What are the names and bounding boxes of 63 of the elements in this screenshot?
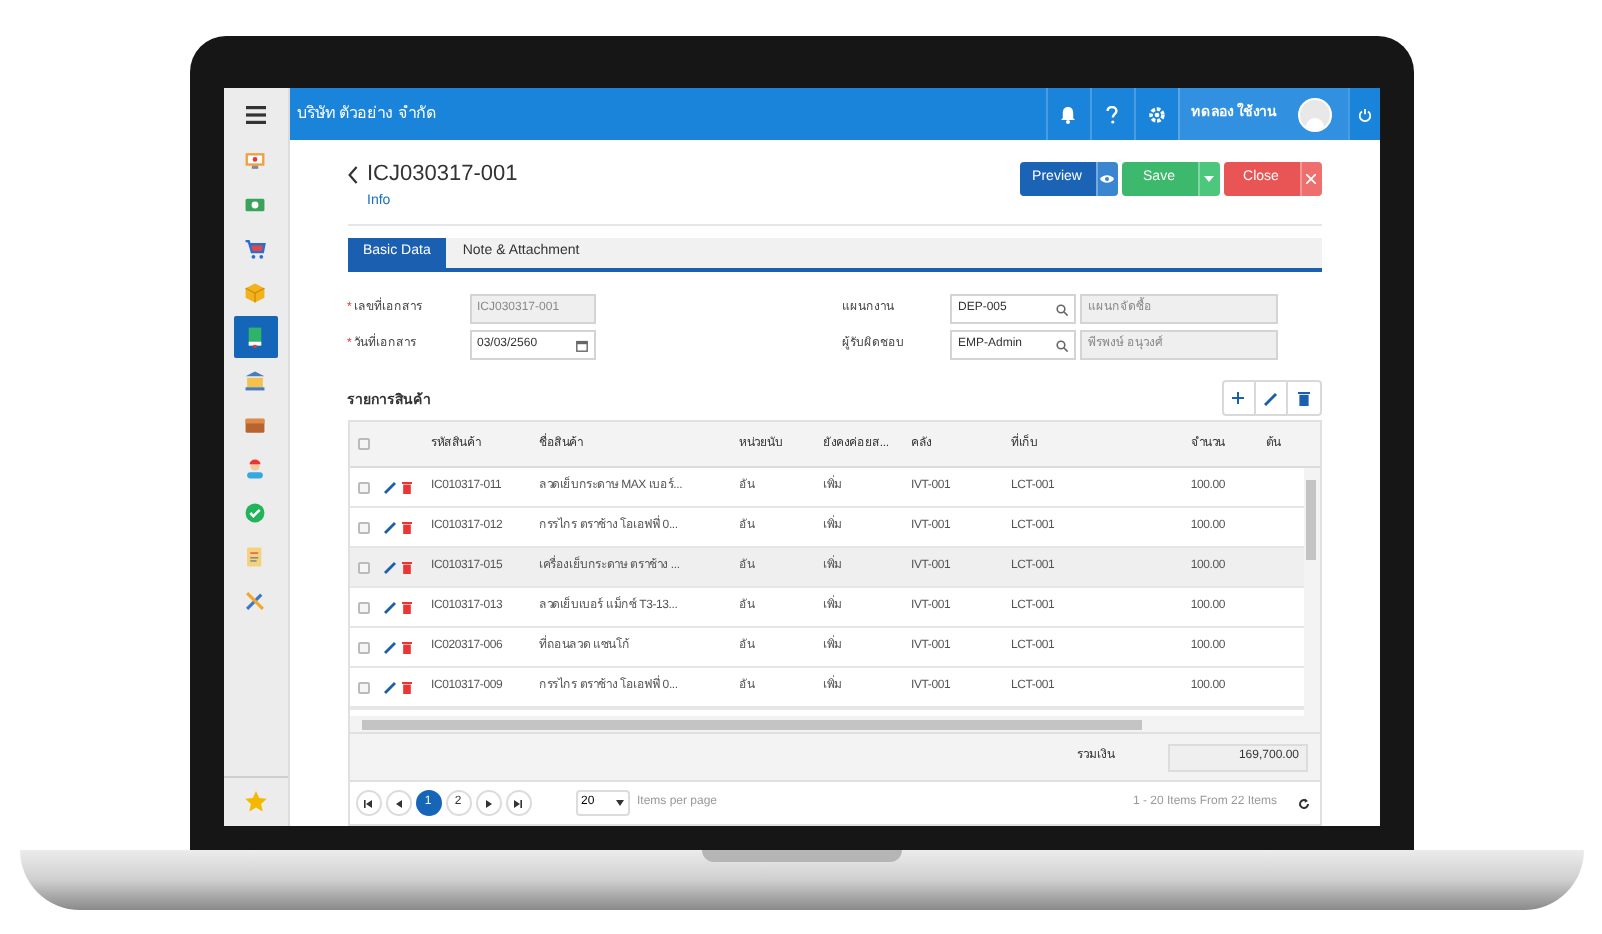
pencil-icon — [1263, 391, 1277, 405]
trash-icon — [1297, 390, 1309, 406]
trash-icon[interactable] — [401, 521, 411, 533]
next-page-button[interactable] — [475, 790, 501, 816]
settings-icon[interactable] — [1147, 105, 1166, 123]
banknote-icon — [244, 194, 266, 216]
calendar-icon — [575, 339, 587, 351]
save-options-button[interactable] — [1197, 162, 1219, 196]
checkbox[interactable] — [357, 561, 369, 573]
checkbox[interactable] — [357, 601, 369, 613]
help-icon[interactable] — [1106, 105, 1119, 123]
previous-page-icon — [395, 799, 401, 807]
power-icon[interactable] — [1357, 107, 1371, 121]
last-page-icon — [514, 799, 522, 807]
pencil-icon[interactable] — [383, 481, 395, 493]
pencil-icon[interactable] — [383, 561, 395, 573]
search-icon — [1056, 339, 1068, 351]
person-icon — [244, 458, 266, 480]
first-page-icon — [364, 799, 372, 807]
sidebar-item[interactable] — [233, 316, 277, 358]
pencil-icon[interactable] — [383, 681, 395, 693]
pencil-icon[interactable] — [383, 521, 395, 533]
close-icon — [1306, 174, 1316, 184]
bell-icon[interactable] — [1060, 105, 1077, 123]
wallet-icon — [244, 414, 266, 436]
first-page-button[interactable] — [355, 790, 381, 816]
pencil-icon[interactable] — [383, 641, 395, 653]
previous-page-button[interactable] — [385, 790, 411, 816]
trash-icon[interactable] — [401, 601, 411, 613]
checkbox[interactable] — [357, 438, 369, 450]
monitor-icon — [244, 150, 266, 172]
plus-icon — [1232, 392, 1244, 404]
search-icon — [1056, 303, 1068, 315]
check-circle-icon — [244, 502, 266, 524]
trash-icon[interactable] — [401, 681, 411, 693]
checkbox[interactable] — [357, 641, 369, 653]
trash-icon[interactable] — [401, 641, 411, 653]
star-icon[interactable] — [243, 790, 267, 814]
trash-icon[interactable] — [401, 561, 411, 573]
box-icon — [244, 282, 266, 304]
caret-icon — [615, 800, 623, 806]
caret-icon — [1204, 176, 1214, 182]
bank-icon — [244, 370, 266, 392]
dismiss-button[interactable] — [1299, 162, 1321, 196]
checkbox[interactable] — [357, 481, 369, 493]
cart-icon — [244, 238, 266, 260]
next-page-icon — [485, 799, 491, 807]
preview-options-button[interactable] — [1095, 162, 1117, 196]
trash-icon[interactable] — [401, 481, 411, 493]
back-icon[interactable] — [347, 165, 357, 184]
book-icon — [244, 326, 266, 348]
refresh-icon[interactable] — [1297, 797, 1309, 809]
eye-icon — [1100, 174, 1114, 184]
checkbox[interactable] — [357, 521, 369, 533]
menu-icon[interactable] — [245, 106, 265, 124]
pencil-icon[interactable] — [383, 601, 395, 613]
last-page-button[interactable] — [505, 790, 531, 816]
checkbox[interactable] — [357, 681, 369, 693]
company-name: บริษัท ตัวอย่าง จำกัด — [297, 102, 436, 126]
avatar[interactable] — [1297, 97, 1331, 131]
document-title: ICJ030317-001 — [367, 160, 518, 190]
document-icon — [244, 546, 266, 568]
tools-icon — [244, 590, 266, 612]
